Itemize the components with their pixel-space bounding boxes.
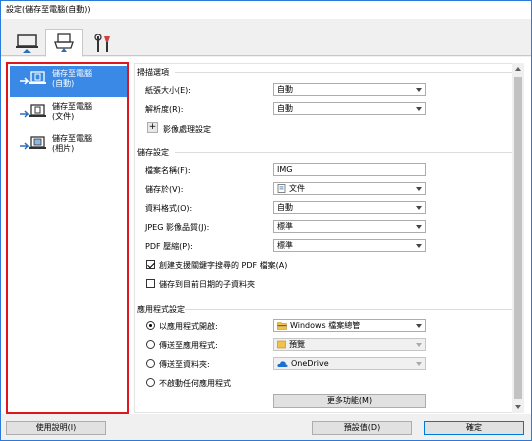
open-with-app-label: 以應用程式開啟: bbox=[159, 322, 218, 331]
chevron-down-icon bbox=[416, 88, 422, 92]
sidebar-item-save-document[interactable]: 儲存至電腦 (文件) bbox=[10, 99, 127, 130]
settings-window: 設定(儲存至電腦(自動)) 儲存至電腦 (自動) 儲存至電腦 (文件) 儲存至電… bbox=[0, 0, 532, 441]
computer-upload-icon bbox=[16, 33, 38, 53]
file-name-value: IMG bbox=[277, 165, 293, 174]
image-processing-label: 影像處理設定 bbox=[163, 125, 211, 134]
help-button-label: 使用說明(I) bbox=[35, 423, 77, 432]
file-name-label: 檔案名稱(F): bbox=[145, 166, 191, 175]
send-to-folder-select[interactable]: OneDrive bbox=[273, 357, 426, 370]
data-format-label: 資料格式(O): bbox=[145, 204, 193, 213]
chevron-down-icon bbox=[416, 343, 422, 347]
ok-button[interactable]: 確定 bbox=[424, 421, 524, 435]
vertical-scrollbar[interactable] bbox=[512, 63, 524, 413]
ok-button-label: 確定 bbox=[466, 423, 482, 432]
file-name-input[interactable]: IMG bbox=[273, 163, 426, 176]
jpeg-quality-select[interactable]: 標準 bbox=[273, 220, 426, 233]
sidebar-item-label: 儲存至電腦 (文件) bbox=[52, 102, 92, 121]
tab-bar bbox=[1, 19, 531, 57]
help-button[interactable]: 使用說明(I) bbox=[6, 421, 106, 435]
send-to-app-radio[interactable] bbox=[146, 340, 155, 349]
file-explorer-icon bbox=[277, 322, 287, 330]
save-document-icon bbox=[20, 104, 46, 118]
chevron-down-icon bbox=[416, 187, 422, 191]
chevron-down-icon bbox=[416, 244, 422, 248]
send-to-app-value: 預覽 bbox=[289, 340, 305, 349]
defaults-button-label: 預設值(D) bbox=[343, 423, 381, 432]
save-settings-title: 儲存設定 bbox=[137, 148, 169, 157]
sidebar-item-label: 儲存至電腦 (相片) bbox=[52, 134, 92, 153]
send-to-app-select[interactable]: 預覽 bbox=[273, 338, 426, 351]
expand-image-processing-button[interactable]: + bbox=[147, 122, 158, 133]
open-with-app-value: Windows 檔案總管 bbox=[290, 321, 361, 330]
save-in-value: 文件 bbox=[289, 184, 305, 193]
settings-panel: 掃描選項 紙張大小(E): 自動 解析度(R): 自動 + 影像處理設定 儲存設… bbox=[134, 63, 523, 413]
jpeg-quality-value: 標準 bbox=[277, 222, 293, 231]
scroll-up-icon[interactable] bbox=[515, 67, 521, 71]
data-format-value: 自動 bbox=[277, 203, 293, 212]
scrollbar-thumb[interactable] bbox=[514, 77, 522, 399]
scan-options-title: 掃描選項 bbox=[137, 68, 169, 77]
send-to-app-label: 傳送至應用程式: bbox=[159, 341, 218, 350]
chevron-down-icon bbox=[416, 225, 422, 229]
window-title: 設定(儲存至電腦(自動)) bbox=[6, 5, 91, 14]
pdf-compression-label: PDF 壓縮(P): bbox=[145, 242, 193, 251]
pdf-compression-select[interactable]: 標準 bbox=[273, 239, 426, 252]
scan-type-sidebar: 儲存至電腦 (自動) 儲存至電腦 (文件) 儲存至電腦 (相片) bbox=[6, 62, 129, 414]
paper-size-label: 紙張大小(E): bbox=[145, 86, 191, 95]
resolution-label: 解析度(R): bbox=[145, 105, 184, 114]
save-photo-icon bbox=[20, 136, 46, 150]
sidebar-item-save-photo[interactable]: 儲存至電腦 (相片) bbox=[10, 131, 127, 162]
preview-app-icon bbox=[277, 340, 286, 349]
searchable-pdf-checkbox[interactable] bbox=[146, 260, 155, 269]
save-in-label: 儲存於(V): bbox=[145, 185, 184, 194]
sidebar-item-save-auto[interactable]: 儲存至電腦 (自動) bbox=[10, 66, 127, 97]
save-in-select[interactable]: 文件 bbox=[273, 182, 426, 195]
do-not-start-app-label: 不啟動任何應用程式 bbox=[159, 379, 231, 388]
jpeg-quality-label: JPEG 影像品質(J): bbox=[145, 223, 210, 232]
do-not-start-app-radio[interactable] bbox=[146, 378, 155, 387]
onedrive-icon bbox=[277, 360, 288, 367]
tools-icon bbox=[94, 33, 110, 52]
pdf-compression-value: 標準 bbox=[277, 241, 293, 250]
tab-general-settings[interactable] bbox=[84, 30, 122, 57]
more-functions-label: 更多功能(M) bbox=[326, 396, 373, 405]
open-with-app-radio[interactable] bbox=[146, 321, 155, 330]
application-settings-title: 應用程式設定 bbox=[137, 305, 185, 314]
tab-scan-from-operation-panel[interactable] bbox=[8, 30, 46, 57]
scanner-computer-icon bbox=[54, 33, 74, 52]
plus-icon: + bbox=[148, 122, 157, 132]
paper-size-select[interactable]: 自動 bbox=[273, 83, 426, 96]
chevron-down-icon bbox=[416, 107, 422, 111]
send-to-folder-label: 傳送至資料夾: bbox=[159, 360, 210, 369]
chevron-down-icon bbox=[416, 206, 422, 210]
title-bar: 設定(儲存至電腦(自動)) bbox=[1, 1, 531, 19]
sidebar-item-label: 儲存至電腦 (自動) bbox=[52, 69, 92, 88]
defaults-button[interactable]: 預設值(D) bbox=[312, 421, 412, 435]
resolution-select[interactable]: 自動 bbox=[273, 102, 426, 115]
divider bbox=[185, 309, 520, 310]
scroll-down-icon[interactable] bbox=[515, 405, 521, 409]
searchable-pdf-label: 創建支援關鍵字搜尋的 PDF 檔案(A) bbox=[159, 261, 288, 270]
chevron-down-icon bbox=[416, 362, 422, 366]
data-format-select[interactable]: 自動 bbox=[273, 201, 426, 214]
tab-scan-from-computer[interactable] bbox=[45, 29, 83, 57]
subfolder-checkbox[interactable] bbox=[146, 279, 155, 288]
open-with-app-select[interactable]: Windows 檔案總管 bbox=[273, 319, 426, 332]
paper-size-value: 自動 bbox=[277, 85, 293, 94]
send-to-folder-radio[interactable] bbox=[146, 359, 155, 368]
divider bbox=[175, 72, 520, 73]
dialog-footer: 使用說明(I) 預設值(D) 確定 bbox=[1, 414, 531, 440]
chevron-down-icon bbox=[416, 324, 422, 328]
save-auto-icon bbox=[20, 71, 46, 85]
more-functions-button[interactable]: 更多功能(M) bbox=[273, 394, 426, 408]
resolution-value: 自動 bbox=[277, 104, 293, 113]
subfolder-label: 儲存到目前日期的子資料夾 bbox=[159, 280, 255, 289]
content-area: 儲存至電腦 (自動) 儲存至電腦 (文件) 儲存至電腦 (相片) 掃描選項 紙張… bbox=[1, 57, 531, 414]
divider bbox=[175, 152, 520, 153]
document-folder-icon bbox=[277, 184, 286, 193]
send-to-folder-value: OneDrive bbox=[291, 359, 329, 368]
